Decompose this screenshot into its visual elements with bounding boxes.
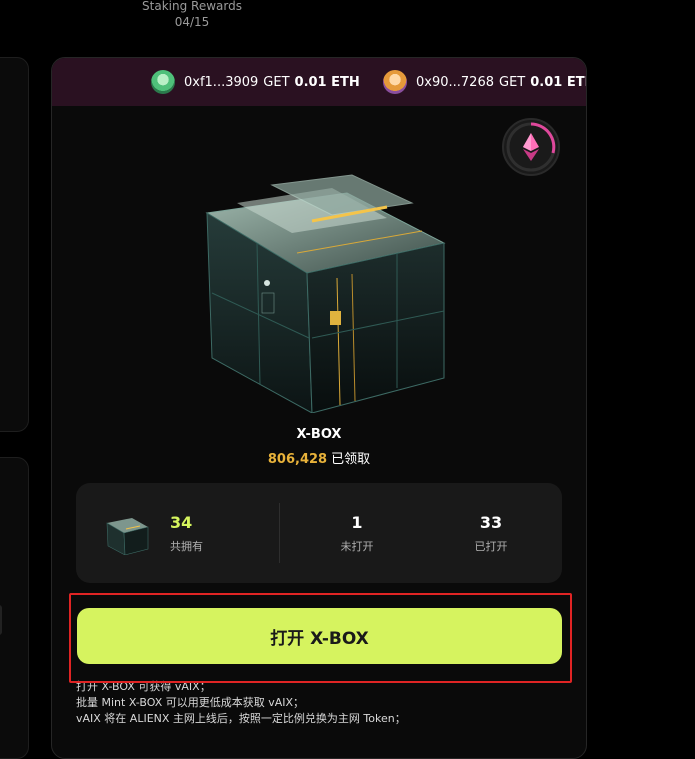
claimed-count-value: 806,428	[267, 452, 328, 467]
claimed-count: 806,428 已领取	[52, 448, 586, 467]
xbox-thumbnail-icon	[106, 518, 149, 555]
unopened-count: 1	[351, 513, 363, 532]
xbox-notes: 打开 X-BOX 可获得 vAIX； 批量 Mint X-BOX 可以用更低成本…	[76, 679, 576, 727]
ethereum-icon	[506, 122, 556, 172]
opened-count: 33	[479, 513, 503, 532]
owned-count: 34	[170, 513, 193, 532]
box-title: X-BOX	[296, 427, 342, 442]
staking-rewards-label: Staking Rewards	[142, 0, 242, 13]
note-line: 批量 Mint X-BOX 可以用更低成本获取 vAIX；	[76, 696, 305, 709]
note-line: 打开 X-BOX 可获得 vAIX；	[76, 680, 211, 693]
xbox-panel: 0xf1...3909 GET 0.01 ETH 0x90...7268 GET…	[51, 57, 587, 759]
ethereum-badge[interactable]	[502, 118, 560, 176]
unopened-label: 未打开	[340, 540, 374, 553]
ticker-action: GET	[499, 74, 526, 90]
staking-rewards-header[interactable]: Staking Rewards 04/15	[120, 0, 264, 30]
staking-rewards-progress: 04/15	[174, 15, 210, 29]
claimed-count-label: 已领取	[331, 452, 371, 467]
xbox-cube-image	[205, 174, 446, 413]
left-side-card	[0, 57, 29, 432]
user-avatar	[383, 70, 407, 94]
ticker-amount: 0.01 ETH	[294, 74, 360, 90]
stats-divider	[279, 503, 280, 563]
ticker-item: 0x90...7268 GET 0.01 ETH	[383, 58, 586, 106]
user-avatar	[151, 70, 175, 94]
opened-label: 已打开	[474, 540, 508, 553]
ticker-action: GET	[263, 74, 290, 90]
opened-stat: 33 已打开	[451, 513, 531, 554]
owned-label: 共拥有	[170, 540, 203, 553]
ticker-address: 0xf1...3909	[184, 74, 259, 90]
ticker-item: 0xf1...3909 GET 0.01 ETH	[151, 58, 360, 106]
box-stats-card: 34 共拥有 1 未打开 33 已打开	[76, 483, 562, 583]
left-side-card-lower	[0, 457, 29, 759]
note-line: vAIX 将在 ALIENX 主网上线后，按照一定比例兑换为主网 Token；	[76, 712, 406, 725]
ticker-amount: 0.01 ETH	[530, 74, 586, 90]
claim-ticker: 0xf1...3909 GET 0.01 ETH 0x90...7268 GET…	[52, 58, 586, 106]
open-xbox-button[interactable]: 打开 X-BOX	[77, 608, 562, 664]
ticker-address: 0x90...7268	[416, 74, 494, 90]
left-edge-handle	[0, 605, 2, 635]
unopened-stat: 1 未打开	[317, 513, 397, 554]
